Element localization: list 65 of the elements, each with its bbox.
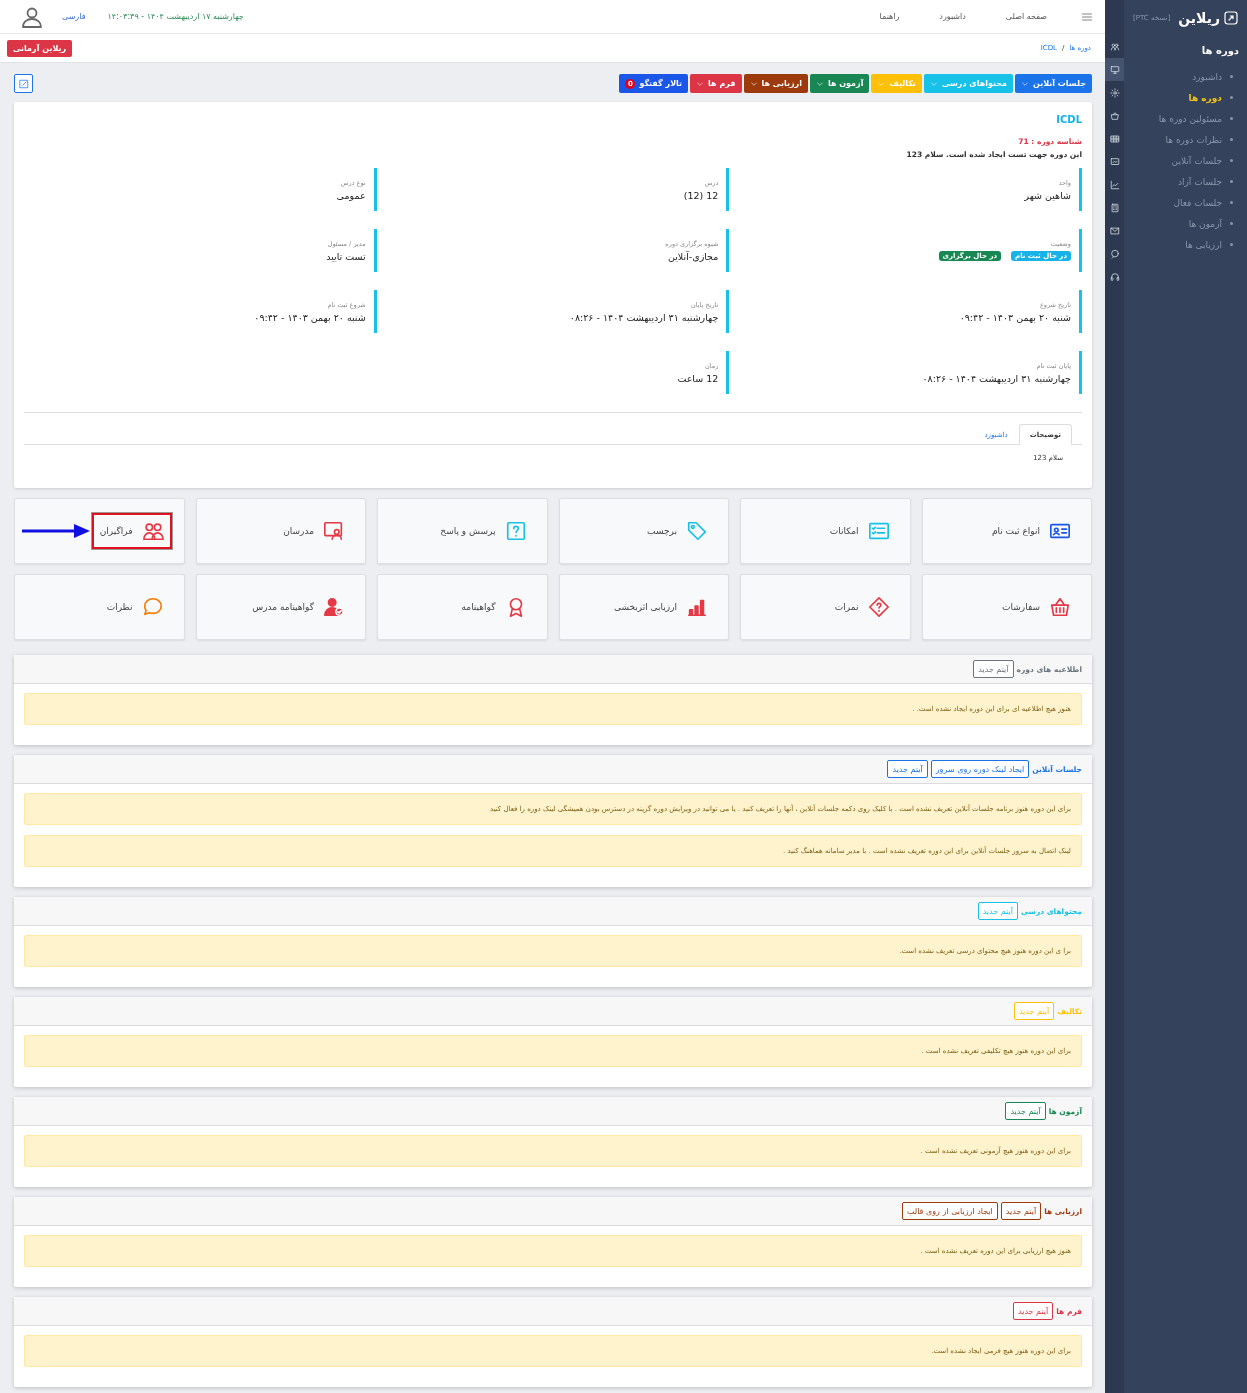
calculator-icon[interactable] xyxy=(1109,202,1120,213)
headset-icon[interactable] xyxy=(1109,271,1120,282)
field-value: چهارشنبه ۳۱ اردیبهشت ۱۴۰۴ - ۰۸:۲۶ xyxy=(922,372,1071,384)
field-value: شنبه ۲۰ بهمن ۱۴۰۳ - ۰۹:۴۲ xyxy=(959,311,1071,323)
nav-link[interactable]: داشبورد xyxy=(919,12,986,21)
menu-tile[interactable]: مدرسان xyxy=(195,498,366,564)
nav-link[interactable]: صفحه اصلی xyxy=(985,12,1067,21)
mail-icon[interactable] xyxy=(1109,225,1120,236)
field-value: 12 ساعت xyxy=(677,372,719,384)
nav-item[interactable]: جلسات آزاد xyxy=(1178,176,1222,187)
section-button[interactable]: آیتم جدید xyxy=(973,660,1014,678)
nav-item[interactable]: آزمون ها xyxy=(1188,218,1222,229)
field-value: شنبه ۲۰ بهمن ۱۴۰۳ - ۰۹:۴۲ xyxy=(254,311,366,323)
menu-tile[interactable]: برچسب xyxy=(558,498,729,564)
nav-item[interactable]: جلسات فعال xyxy=(1173,197,1222,208)
menu-tile[interactable]: گواهینامه مدرس xyxy=(195,574,366,640)
menu-tile[interactable]: انواع ثبت نام xyxy=(921,498,1092,564)
user-button[interactable]: ریلاین آرمانی xyxy=(7,39,73,57)
settings-icon[interactable] xyxy=(1109,87,1120,98)
menu-tile[interactable]: پرسش و پاسخ xyxy=(377,498,548,564)
users-icon[interactable] xyxy=(1109,41,1120,52)
menu-tile[interactable]: فراگیران xyxy=(14,498,185,564)
nav-item[interactable]: جلسات آنلاین xyxy=(1171,155,1222,166)
field-value: شاهین شهر xyxy=(1024,189,1071,201)
pencil-icon xyxy=(18,78,29,89)
logo-icon xyxy=(1223,9,1239,26)
field-value: تست تایید xyxy=(326,250,366,262)
field-value: مجازی-آنلاین xyxy=(667,250,719,262)
section-button[interactable]: آیتم جدید xyxy=(1000,1202,1042,1220)
nav-heading: دوره ها xyxy=(1200,44,1239,58)
menu-tile[interactable]: ارزیابی اثربخشی xyxy=(558,574,729,640)
date-time: چهارشنبه ۱۷ اردیبهشت ۱۴۰۴ - ۱۴:۰۳:۳۹ xyxy=(107,12,244,21)
nav-item[interactable]: مسئولین دوره ها xyxy=(1158,113,1222,124)
toolbar-button[interactable]: جلسات آنلاین xyxy=(1014,74,1092,93)
section-button[interactable]: آیتم جدید xyxy=(887,760,928,778)
section-button[interactable]: آیتم جدید xyxy=(1005,1102,1046,1120)
menu-tile[interactable]: گواهینامه xyxy=(377,574,548,640)
field-value: چهارشنبه ۳۱ اردیبهشت ۱۴۰۴ - ۰۸:۲۶ xyxy=(569,311,719,323)
field-value: 12 (12) xyxy=(683,189,719,201)
field-value: عمومی xyxy=(336,189,366,201)
section-button[interactable]: آیتم جدید xyxy=(1013,1302,1054,1320)
section-button[interactable]: ایجاد لینک دوره روی سرور xyxy=(930,760,1030,778)
nav-item[interactable]: ارزیابی ها xyxy=(1185,239,1222,250)
nav-item[interactable]: دوره ها xyxy=(1188,92,1222,103)
menu-tile[interactable]: نظرات xyxy=(14,574,185,640)
monitor-icon[interactable] xyxy=(1109,64,1120,75)
section-button[interactable]: ایجاد ارزیابی از روی قالب xyxy=(901,1202,998,1220)
table-icon[interactable] xyxy=(1109,133,1120,144)
screen-icon[interactable] xyxy=(1109,156,1120,167)
toolbar-button[interactable]: ارزیابی ها xyxy=(743,74,808,93)
menu-tile[interactable]: امکانات xyxy=(740,498,911,564)
nav-item[interactable]: نظرات دوره ها xyxy=(1165,134,1222,145)
nav-item[interactable]: داشبورد xyxy=(1192,71,1222,82)
toolbar-button[interactable]: آزمون ها xyxy=(809,74,870,93)
menu-tile[interactable]: سفارشات xyxy=(921,574,1092,640)
pointer-arrow xyxy=(21,523,90,539)
language-link[interactable]: فارسی xyxy=(62,12,86,21)
menu-tile[interactable]: نمرات xyxy=(740,574,911,640)
app-logo: ریلاین xyxy=(1178,9,1220,26)
toolbar-button[interactable]: فرم ها xyxy=(690,74,742,93)
line-chart-icon[interactable] xyxy=(1109,179,1120,190)
course-title: ICDL xyxy=(1055,114,1082,125)
edit-button[interactable] xyxy=(14,74,33,93)
basket-icon[interactable] xyxy=(1109,110,1120,121)
nav-link[interactable]: راهنما xyxy=(859,12,920,21)
